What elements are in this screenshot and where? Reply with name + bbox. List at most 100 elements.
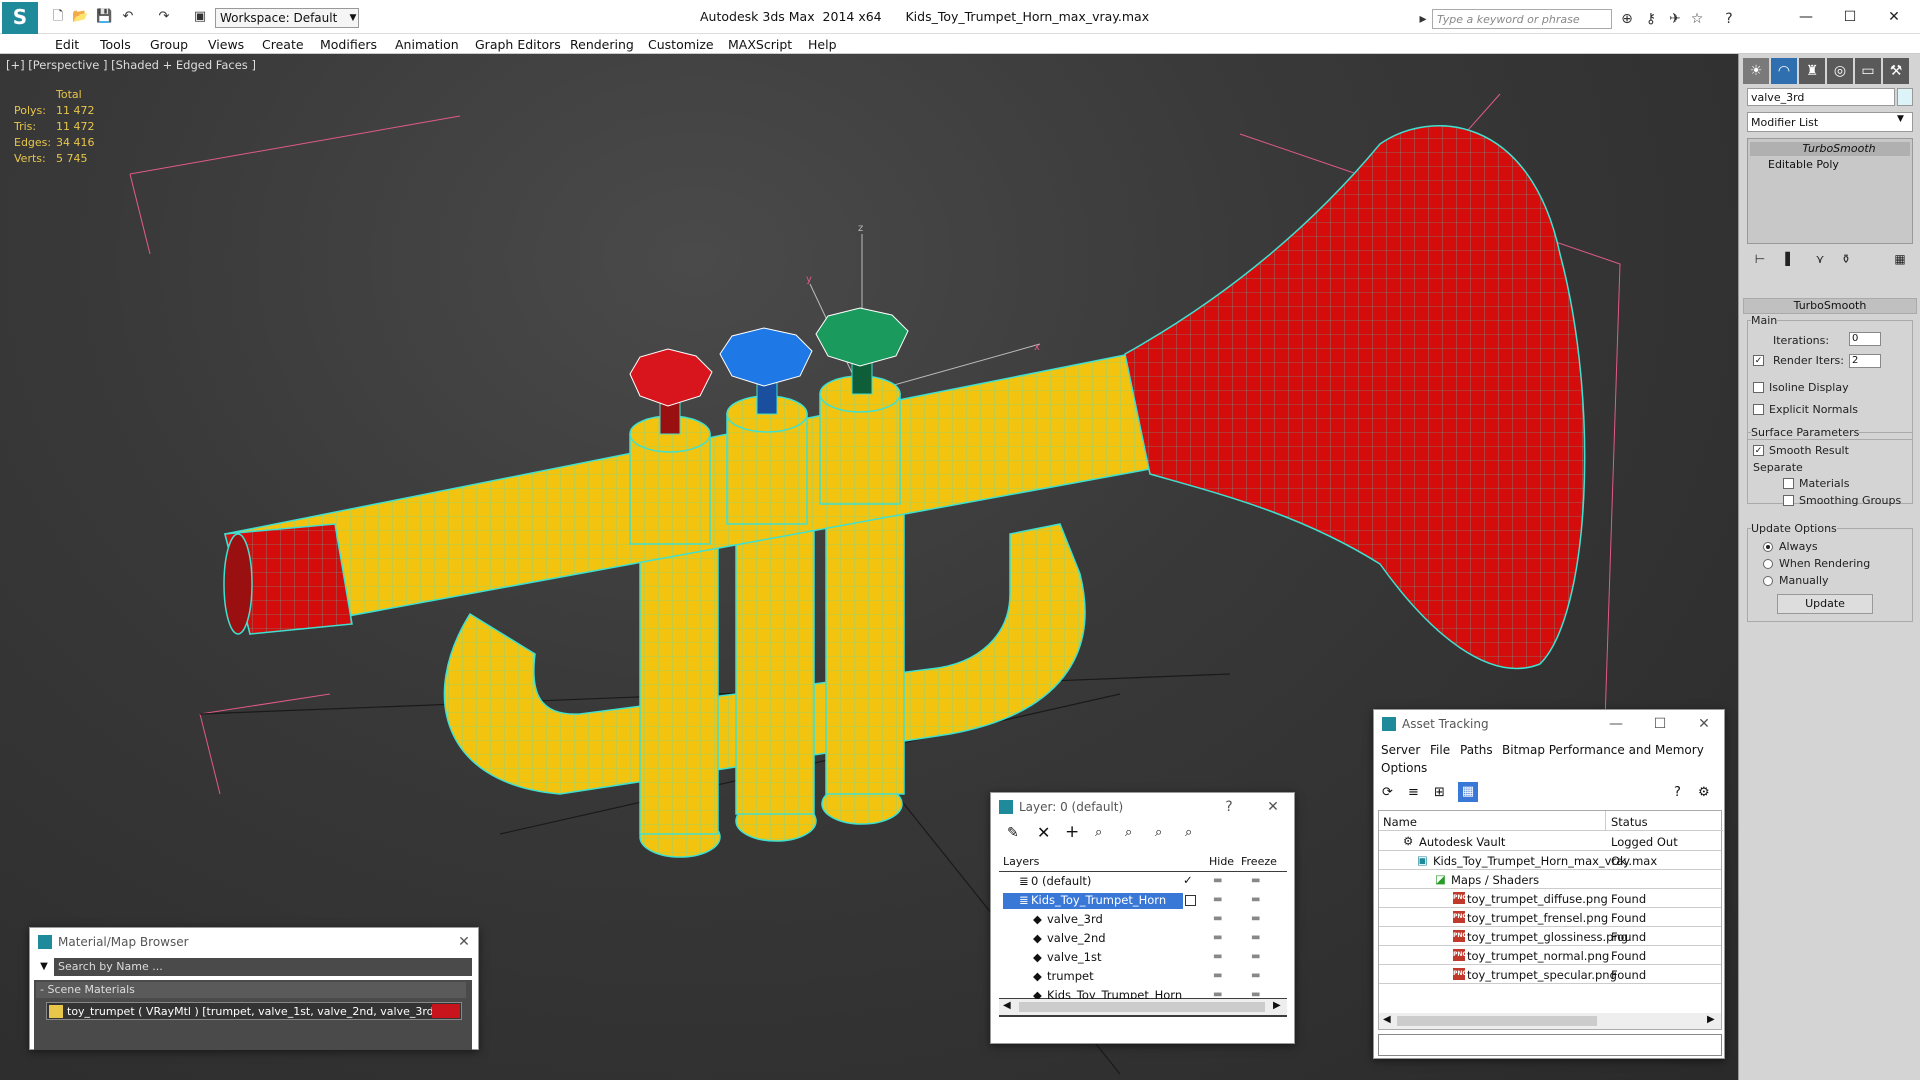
at-menu-paths[interactable]: Paths (1460, 743, 1493, 757)
asset-row[interactable]: PNG toy_trumpet_specular.png Found (1379, 965, 1721, 984)
layer-row-selected[interactable]: ≣ Kids_Toy_Trumpet_Horn ▬ ▬ (999, 891, 1287, 910)
scroll-left-icon[interactable]: ◀ (1003, 1000, 1011, 1011)
menu-group[interactable]: Group (150, 37, 188, 52)
show-end-result-icon[interactable]: ▌ (1779, 250, 1801, 268)
object-color-swatch[interactable] (1897, 88, 1913, 106)
scroll-left-icon[interactable]: ◀ (1383, 1014, 1391, 1025)
scroll-right-icon[interactable]: ▶ (1273, 1000, 1281, 1011)
star-icon[interactable]: ☆ (1688, 10, 1706, 28)
layer-object-row[interactable]: ◆ trumpet ▬ ▬ (999, 967, 1287, 986)
create-tab-icon[interactable]: ☀ (1743, 58, 1769, 84)
valve-button-red[interactable] (629, 348, 713, 407)
turbosmooth-rollout-header[interactable]: TurboSmooth (1743, 298, 1917, 314)
iterations-spinner[interactable]: 0 (1849, 332, 1881, 346)
settings-icon[interactable]: ⚙ (1698, 785, 1710, 800)
smooth-result-checkbox[interactable]: ✓ (1753, 445, 1764, 456)
scroll-thumb[interactable] (1397, 1016, 1597, 1026)
minimize-icon[interactable]: — (1606, 715, 1626, 733)
freeze-all-icon[interactable]: ⌕ (1185, 825, 1192, 840)
asset-row[interactable]: PNG toy_trumpet_glossiness.png Found (1379, 927, 1721, 946)
freeze-toggle[interactable]: ▬ (1251, 875, 1260, 886)
freeze-toggle[interactable]: ▬ (1251, 951, 1260, 962)
scene-materials-section[interactable]: - Scene Materials (36, 982, 466, 998)
hide-column-header[interactable]: Hide (1209, 855, 1234, 868)
workspace-dropdown[interactable]: Workspace: Default (215, 8, 359, 28)
layer-object-row[interactable]: ◆ valve_2nd ▬ ▬ (999, 929, 1287, 948)
at-menu-file[interactable]: File (1430, 743, 1450, 757)
asset-row[interactable]: PNG toy_trumpet_normal.png Found (1379, 946, 1721, 965)
at-menu-options[interactable]: Options (1381, 761, 1427, 775)
asset-path-field[interactable] (1378, 1034, 1722, 1056)
remove-modifier-icon[interactable]: ⚱ (1835, 250, 1857, 268)
hierarchy-tab-icon[interactable]: ♜ (1799, 58, 1825, 84)
always-radio[interactable] (1763, 542, 1773, 552)
at-menu-server[interactable]: Server (1381, 743, 1420, 757)
create-layer-icon[interactable]: ✎ (1007, 825, 1019, 841)
asset-row[interactable]: PNG toy_trumpet_diffuse.png Found (1379, 889, 1721, 908)
refresh-icon[interactable]: ⟳ (1382, 785, 1393, 800)
hide-toggle[interactable]: ▬ (1213, 951, 1222, 962)
close-icon[interactable]: ✕ (1263, 798, 1283, 816)
configure-sets-icon[interactable]: ▦ (1889, 250, 1911, 268)
close-icon[interactable]: ✕ (454, 933, 474, 951)
asset-row[interactable]: PNG toy_trumpet_frensel.png Found (1379, 908, 1721, 927)
expand-icon[interactable]: ▸ (1414, 10, 1432, 28)
display-tab-icon[interactable]: ▭ (1855, 58, 1881, 84)
menu-edit[interactable]: Edit (55, 37, 79, 52)
app-logo-icon[interactable]: S (2, 2, 38, 34)
menu-customize[interactable]: Customize (648, 37, 714, 52)
manually-radio[interactable] (1763, 576, 1773, 586)
asset-tracking-title[interactable]: Asset Tracking (1374, 710, 1724, 738)
hide-toggle[interactable]: ▬ (1213, 913, 1222, 924)
modify-tab-icon[interactable]: ◠ (1771, 58, 1797, 84)
redo-icon[interactable]: ↷ (156, 9, 172, 25)
list-view-icon[interactable]: ≡ (1408, 785, 1419, 800)
update-button[interactable]: Update (1777, 594, 1873, 614)
explicit-normals-checkbox[interactable] (1753, 404, 1764, 415)
layer-window-title[interactable]: Layer: 0 (default) (991, 793, 1294, 821)
maximize-icon[interactable]: ☐ (1830, 5, 1870, 29)
menu-views[interactable]: Views (208, 37, 244, 52)
close-icon[interactable]: ✕ (1874, 5, 1914, 29)
open-file-icon[interactable]: 📂 (72, 9, 88, 25)
menu-tools[interactable]: Tools (100, 37, 131, 52)
minimize-icon[interactable]: — (1786, 5, 1826, 29)
hide-all-icon[interactable]: ⌕ (1155, 825, 1162, 840)
layers-column-header[interactable]: Layers (1003, 855, 1039, 868)
menu-create[interactable]: Create (262, 37, 304, 52)
when-rendering-radio[interactable] (1763, 559, 1773, 569)
material-browser-title[interactable]: Material/Map Browser (30, 928, 478, 956)
material-row[interactable]: toy_trumpet ( VRayMtl ) [trumpet, valve_… (46, 1002, 462, 1020)
freeze-column-header[interactable]: Freeze (1241, 855, 1277, 868)
asset-row[interactable]: ◪ Maps / Shaders (1379, 870, 1721, 889)
bell[interactable] (1124, 125, 1586, 670)
asset-horizontal-scrollbar[interactable]: ◀ ▶ (1379, 1013, 1721, 1029)
layer-horizontal-scrollbar[interactable]: ◀ ▶ (999, 999, 1287, 1015)
freeze-toggle[interactable]: ▬ (1251, 932, 1260, 943)
scroll-thumb[interactable] (1019, 1002, 1265, 1012)
name-column-header[interactable]: Name (1383, 815, 1417, 829)
menu-animation[interactable]: Animation (395, 37, 459, 52)
save-icon[interactable]: 💾 (96, 9, 112, 25)
layer-object-row[interactable]: ◆ valve_3rd ▬ ▬ (999, 910, 1287, 929)
smoothing-groups-checkbox[interactable] (1783, 495, 1794, 506)
materials-checkbox[interactable] (1783, 478, 1794, 489)
delete-layer-icon[interactable]: ✕ (1037, 823, 1050, 842)
layer-object-row[interactable]: ◆ valve_1st ▬ ▬ (999, 948, 1287, 967)
hide-toggle[interactable]: ▬ (1213, 970, 1222, 981)
layer-row[interactable]: ≣ 0 (default) ✓ ▬ ▬ (999, 872, 1287, 891)
valve-button-green[interactable] (815, 307, 909, 367)
chevron-down-icon[interactable]: ▼ (1897, 114, 1904, 124)
current-layer-check-icon[interactable]: ✓ (1183, 873, 1193, 887)
key-icon[interactable]: ⚷ (1642, 10, 1660, 28)
pin-stack-icon[interactable]: ⊢ (1749, 250, 1771, 268)
current-layer-box[interactable] (1185, 895, 1196, 906)
asset-row[interactable]: ⚙ Autodesk Vault Logged Out (1379, 832, 1721, 851)
render-iters-checkbox[interactable]: ✓ (1753, 355, 1764, 366)
asset-row[interactable]: ▣ Kids_Toy_Trumpet_Horn_max_vray.max Ok (1379, 851, 1721, 870)
undo-icon[interactable]: ↶ (120, 9, 136, 25)
valve-casing-1[interactable] (639, 533, 719, 835)
binoculars-icon[interactable]: ⊕ (1618, 10, 1636, 28)
freeze-toggle[interactable]: ▬ (1251, 913, 1260, 924)
menu-maxscript[interactable]: MAXScript (728, 37, 792, 52)
